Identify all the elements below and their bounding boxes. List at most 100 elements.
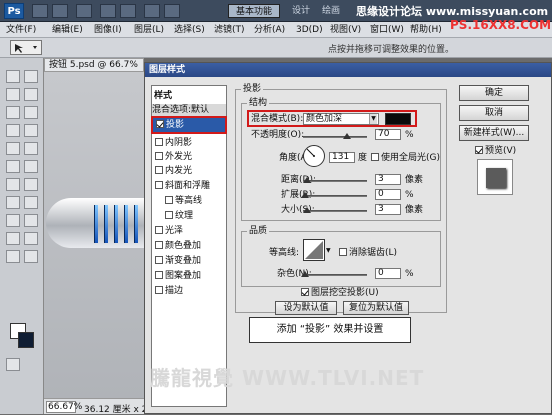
reset-default-button[interactable]: 复位为默认值 bbox=[343, 301, 409, 315]
checkbox[interactable] bbox=[155, 241, 163, 249]
contour-picker[interactable] bbox=[303, 239, 325, 261]
bridge-icon[interactable] bbox=[32, 4, 48, 18]
shape-tool-icon[interactable] bbox=[24, 214, 38, 227]
checkbox[interactable] bbox=[155, 166, 163, 174]
style-item-inner-shadow[interactable]: 内阴影 bbox=[155, 137, 192, 149]
stamp-tool-icon[interactable] bbox=[6, 142, 20, 155]
opacity-input[interactable]: 70 bbox=[375, 129, 401, 140]
style-item-bevel-emboss[interactable]: 斜面和浮雕 bbox=[155, 180, 210, 192]
healing-tool-icon[interactable] bbox=[6, 124, 20, 137]
checkbox[interactable] bbox=[155, 138, 163, 146]
background-color-swatch[interactable] bbox=[18, 332, 34, 348]
style-item-stroke[interactable]: 描边 bbox=[155, 285, 183, 297]
menu-3d[interactable]: 3D(D) bbox=[296, 22, 323, 38]
checkbox[interactable] bbox=[155, 271, 163, 279]
checkbox[interactable] bbox=[339, 248, 347, 256]
style-item-drop-shadow[interactable]: 投影 bbox=[151, 116, 227, 134]
blend-options-item[interactable]: 混合选项:默认 bbox=[152, 104, 226, 116]
blur-tool-icon[interactable] bbox=[6, 178, 20, 191]
checkbox[interactable] bbox=[155, 181, 163, 189]
checkbox[interactable] bbox=[165, 196, 173, 204]
global-light-checkbox[interactable]: 使用全局光(G) bbox=[371, 152, 440, 164]
quick-select-tool-icon[interactable] bbox=[24, 88, 38, 101]
style-item-outer-glow[interactable]: 外发光 bbox=[155, 151, 192, 163]
angle-dial[interactable] bbox=[303, 145, 325, 167]
style-item-gradient-overlay[interactable]: 渐变叠加 bbox=[155, 255, 201, 267]
menu-filter[interactable]: 滤镜(T) bbox=[214, 22, 245, 38]
set-default-button[interactable]: 设为默认值 bbox=[275, 301, 337, 315]
checkbox-drop-shadow[interactable] bbox=[156, 120, 164, 128]
dodge-tool-icon[interactable] bbox=[24, 178, 38, 191]
zoom-tool-icon[interactable] bbox=[24, 250, 38, 263]
checkbox[interactable] bbox=[155, 286, 163, 294]
checkbox[interactable] bbox=[165, 211, 173, 219]
cancel-button[interactable]: 取消 bbox=[459, 105, 529, 121]
preview-checkbox[interactable]: 预览(V) bbox=[475, 145, 516, 157]
menu-layer[interactable]: 图层(L) bbox=[134, 22, 164, 38]
arrange-docs-icon[interactable] bbox=[144, 4, 160, 18]
style-item-contour[interactable]: 等高线 bbox=[165, 195, 202, 207]
size-slider-thumb[interactable] bbox=[303, 207, 311, 213]
brush-tool-icon[interactable] bbox=[24, 124, 38, 137]
type-tool-icon[interactable] bbox=[24, 196, 38, 209]
size-input[interactable]: 3 bbox=[375, 204, 401, 215]
new-style-button[interactable]: 新建样式(W)... bbox=[459, 125, 529, 141]
eyedropper-tool-icon[interactable] bbox=[24, 106, 38, 119]
noise-input[interactable]: 0 bbox=[375, 268, 401, 279]
screen-mode-icon[interactable] bbox=[164, 4, 180, 18]
gradient-tool-icon[interactable] bbox=[24, 160, 38, 173]
workspace-tab-painting[interactable]: 绘画 bbox=[322, 4, 340, 18]
checkbox[interactable] bbox=[155, 152, 163, 160]
zoom-tool-icon[interactable] bbox=[120, 4, 136, 18]
minibridge-icon[interactable] bbox=[52, 4, 68, 18]
eraser-tool-icon[interactable] bbox=[6, 160, 20, 173]
pen-tool-icon[interactable] bbox=[6, 196, 20, 209]
checkbox[interactable] bbox=[475, 146, 483, 154]
checkbox[interactable] bbox=[301, 288, 309, 296]
menu-edit[interactable]: 编辑(E) bbox=[52, 22, 83, 38]
style-item-texture[interactable]: 纹理 bbox=[165, 210, 193, 222]
document-tab[interactable]: 按钮 5.psd @ 66.7% (... bbox=[44, 58, 144, 82]
size-slider[interactable] bbox=[303, 210, 367, 212]
style-item-inner-glow[interactable]: 内发光 bbox=[155, 165, 192, 177]
crop-tool-icon[interactable] bbox=[6, 106, 20, 119]
menu-window[interactable]: 窗口(W) bbox=[370, 22, 404, 38]
workspace-tab-design[interactable]: 设计 bbox=[292, 4, 310, 18]
ok-button[interactable]: 确定 bbox=[459, 85, 529, 101]
distance-slider[interactable] bbox=[303, 180, 367, 182]
checkbox[interactable] bbox=[371, 153, 379, 161]
style-item-pattern-overlay[interactable]: 图案叠加 bbox=[155, 270, 201, 282]
menu-select[interactable]: 选择(S) bbox=[174, 22, 205, 38]
styles-header[interactable]: 样式 bbox=[154, 90, 172, 102]
menu-view[interactable]: 视图(V) bbox=[330, 22, 361, 38]
history-brush-tool-icon[interactable] bbox=[24, 142, 38, 155]
move-tool-preset-icon[interactable] bbox=[10, 40, 42, 55]
opacity-slider-thumb[interactable] bbox=[343, 133, 351, 139]
spread-input[interactable]: 0 bbox=[375, 189, 401, 200]
menu-analysis[interactable]: 分析(A) bbox=[254, 22, 285, 38]
angle-input[interactable]: 131 bbox=[329, 152, 355, 163]
zoom-level-icon[interactable] bbox=[76, 4, 92, 18]
style-item-satin[interactable]: 光泽 bbox=[155, 225, 183, 237]
zoom-field[interactable]: 66.67% bbox=[46, 401, 82, 413]
menu-image[interactable]: 图像(I) bbox=[94, 22, 122, 38]
hand-tool-icon[interactable] bbox=[100, 4, 116, 18]
distance-input[interactable]: 3 bbox=[375, 174, 401, 185]
quick-mask-icon[interactable] bbox=[6, 358, 20, 371]
menu-file[interactable]: 文件(F) bbox=[6, 22, 36, 38]
chevron-down-icon[interactable]: ▼ bbox=[326, 247, 334, 255]
marquee-tool-icon[interactable] bbox=[24, 70, 38, 83]
menu-help[interactable]: 帮助(H) bbox=[410, 22, 442, 38]
3d-camera-tool-icon[interactable] bbox=[24, 232, 38, 245]
3d-rotate-tool-icon[interactable] bbox=[6, 232, 20, 245]
noise-slider[interactable] bbox=[303, 274, 367, 276]
noise-slider-thumb[interactable] bbox=[301, 271, 309, 277]
distance-slider-thumb[interactable] bbox=[303, 177, 311, 183]
style-item-color-overlay[interactable]: 颜色叠加 bbox=[155, 240, 201, 252]
opacity-slider[interactable] bbox=[303, 136, 367, 138]
lasso-tool-icon[interactable] bbox=[6, 88, 20, 101]
move-tool-icon[interactable] bbox=[6, 70, 20, 83]
workspace-essentials-button[interactable]: 基本功能 bbox=[228, 4, 280, 18]
checkbox[interactable] bbox=[155, 226, 163, 234]
spread-slider[interactable] bbox=[303, 195, 367, 197]
